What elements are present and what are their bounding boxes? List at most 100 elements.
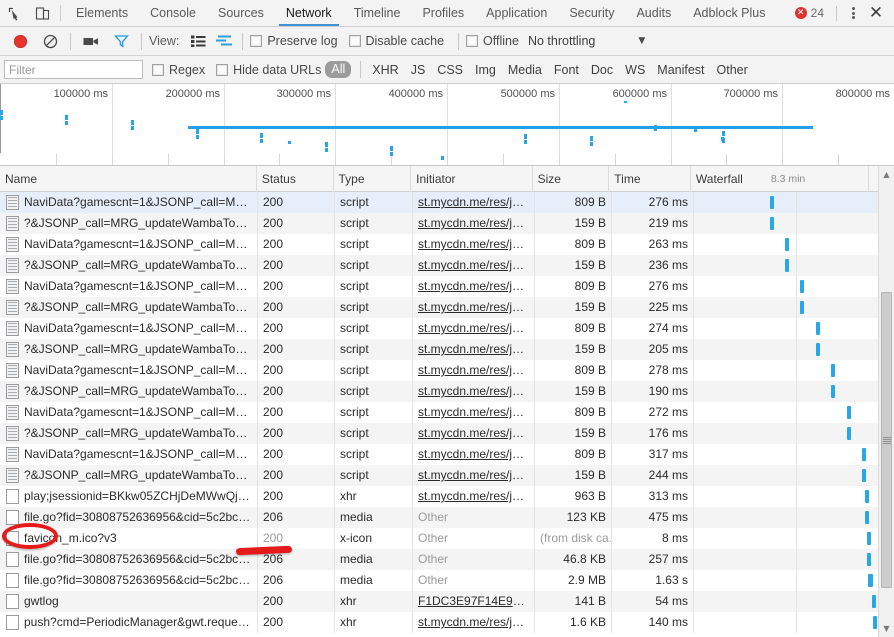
initiator-link[interactable]: F1DC3E97F14E94E47FB…	[418, 591, 529, 612]
scroll-up-arrow-icon[interactable]: ▲	[879, 166, 894, 183]
network-overview-timeline[interactable]: 100000 ms200000 ms300000 ms400000 ms5000…	[0, 84, 894, 166]
initiator-link[interactable]: st.mycdn.me/res/js/b/5…	[418, 381, 529, 402]
cell-name[interactable]: ?&JSONP_call=MRG_updateWambaToolbar&…	[0, 297, 258, 318]
vertical-scrollbar[interactable]: ▲ ▼	[878, 166, 894, 637]
initiator-link[interactable]: st.mycdn.me/res/js/b/5…	[418, 192, 529, 213]
cell-name[interactable]: gwtlog	[0, 591, 258, 612]
initiator-link[interactable]: st.mycdn.me/res/js/b/5…	[418, 444, 529, 465]
disable-cache-checkbox[interactable]: Disable cache	[347, 34, 454, 48]
initiator-link[interactable]: st.mycdn.me/res/js/b/5…	[418, 234, 529, 255]
cell-name[interactable]: ?&JSONP_call=MRG_updateWambaToolbar&…	[0, 381, 258, 402]
column-header-size[interactable]: Size	[533, 166, 610, 192]
initiator-link[interactable]: st.mycdn.me/res/js/b/3…	[418, 486, 529, 507]
initiator-link[interactable]: st.mycdn.me/res/js/b/5…	[418, 276, 529, 297]
column-header-waterfall[interactable]: Waterfall8.3 min	[691, 166, 868, 192]
cell-name[interactable]: play;jsessionid=BKkw05ZCHjDeMWwQjIfwqEV…	[0, 486, 258, 507]
table-row[interactable]: gwtlog200xhrF1DC3E97F14E94E47FB…141 B54 …	[0, 591, 894, 612]
cell-initiator[interactable]: st.mycdn.me/res/js/b/5…	[413, 255, 535, 276]
filter-input[interactable]	[4, 60, 143, 79]
type-filter-font[interactable]: Font	[548, 63, 585, 77]
waterfall-view-icon[interactable]	[211, 27, 237, 56]
list-view-icon[interactable]	[185, 27, 211, 56]
filter-toggle-button[interactable]	[106, 27, 136, 56]
type-filter-manifest[interactable]: Manifest	[651, 63, 710, 77]
error-badge[interactable]: ✕ 24	[795, 6, 831, 20]
cell-name[interactable]: file.go?fid=30808752636956&cid=5c2bca244…	[0, 570, 258, 591]
throttling-select[interactable]: No throttling ▼	[528, 34, 655, 48]
inspect-element-icon[interactable]	[0, 0, 28, 26]
tab-elements[interactable]: Elements	[65, 0, 139, 26]
type-filter-all[interactable]: All	[325, 61, 351, 78]
table-row[interactable]: ?&JSONP_call=MRG_updateWambaToolbar&…200…	[0, 339, 894, 360]
type-filter-css[interactable]: CSS	[431, 63, 469, 77]
cell-initiator[interactable]: st.mycdn.me/res/js/b/5…	[413, 360, 535, 381]
scroll-down-arrow-icon[interactable]: ▼	[879, 620, 894, 637]
column-header-name[interactable]: Name	[0, 166, 257, 192]
regex-checkbox[interactable]: Regex	[143, 63, 214, 77]
cell-name[interactable]: favicon_m.ico?v3	[0, 528, 258, 549]
initiator-link[interactable]: st.mycdn.me/res/js/b/5…	[418, 612, 529, 633]
cell-name[interactable]: ?&JSONP_call=MRG_updateWambaToolbar&…	[0, 423, 258, 444]
tab-network[interactable]: Network	[275, 0, 343, 26]
cell-name[interactable]: NaviData?gamescnt=1&JSONP_call=MRG_up…	[0, 402, 258, 423]
initiator-link[interactable]: st.mycdn.me/res/js/b/5…	[418, 255, 529, 276]
tab-timeline[interactable]: Timeline	[343, 0, 412, 26]
column-header-time[interactable]: Time	[609, 166, 691, 192]
clear-button[interactable]	[35, 27, 65, 56]
table-row[interactable]: ?&JSONP_call=MRG_updateWambaToolbar&…200…	[0, 255, 894, 276]
cell-initiator[interactable]: st.mycdn.me/res/js/b/5…	[413, 402, 535, 423]
cell-name[interactable]: NaviData?gamescnt=1&JSONP_call=MRG_up…	[0, 192, 258, 213]
tab-console[interactable]: Console	[139, 0, 207, 26]
cell-name[interactable]: NaviData?gamescnt=1&JSONP_call=MRG_up…	[0, 444, 258, 465]
initiator-link[interactable]: st.mycdn.me/res/js/b/5…	[418, 360, 529, 381]
table-row[interactable]: NaviData?gamescnt=1&JSONP_call=MRG_up…20…	[0, 192, 894, 213]
type-filter-doc[interactable]: Doc	[585, 63, 619, 77]
toggle-device-toolbar-icon[interactable]	[28, 0, 56, 26]
preserve-log-checkbox[interactable]: Preserve log	[248, 34, 346, 48]
table-row[interactable]: NaviData?gamescnt=1&JSONP_call=MRG_up…20…	[0, 276, 894, 297]
initiator-link[interactable]: st.mycdn.me/res/js/b/5…	[418, 423, 529, 444]
type-filter-js[interactable]: JS	[405, 63, 432, 77]
cell-initiator[interactable]: st.mycdn.me/res/js/b/5…	[413, 192, 535, 213]
table-row[interactable]: ?&JSONP_call=MRG_updateWambaToolbar&…200…	[0, 381, 894, 402]
column-header-type[interactable]: Type	[334, 166, 412, 192]
cell-name[interactable]: NaviData?gamescnt=1&JSONP_call=MRG_up…	[0, 234, 258, 255]
tab-profiles[interactable]: Profiles	[411, 0, 475, 26]
cell-initiator[interactable]: st.mycdn.me/res/js/b/5…	[413, 444, 535, 465]
table-row[interactable]: NaviData?gamescnt=1&JSONP_call=MRG_up…20…	[0, 360, 894, 381]
capture-screenshots-button[interactable]	[76, 27, 106, 56]
cell-name[interactable]: ?&JSONP_call=MRG_updateWambaToolbar&…	[0, 213, 258, 234]
table-row[interactable]: ?&JSONP_call=MRG_updateWambaToolbar&…200…	[0, 465, 894, 486]
initiator-link[interactable]: st.mycdn.me/res/js/b/5…	[418, 465, 529, 486]
cell-initiator[interactable]: st.mycdn.me/res/js/b/5…	[413, 318, 535, 339]
cell-initiator[interactable]: st.mycdn.me/res/js/b/5…	[413, 339, 535, 360]
cell-initiator[interactable]: st.mycdn.me/res/js/b/5…	[413, 465, 535, 486]
table-row[interactable]: play;jsessionid=BKkw05ZCHjDeMWwQjIfwqEV……	[0, 486, 894, 507]
initiator-link[interactable]: st.mycdn.me/res/js/b/5…	[418, 213, 529, 234]
type-filter-img[interactable]: Img	[469, 63, 502, 77]
table-row[interactable]: favicon_m.ico?v3200x-iconOther(from disk…	[0, 528, 894, 549]
table-row[interactable]: NaviData?gamescnt=1&JSONP_call=MRG_up…20…	[0, 402, 894, 423]
cell-name[interactable]: file.go?fid=30808752636956&cid=5c2bca244…	[0, 507, 258, 528]
cell-name[interactable]: ?&JSONP_call=MRG_updateWambaToolbar&…	[0, 465, 258, 486]
cell-initiator[interactable]: st.mycdn.me/res/js/b/5…	[413, 381, 535, 402]
table-row[interactable]: ?&JSONP_call=MRG_updateWambaToolbar&…200…	[0, 423, 894, 444]
table-row[interactable]: file.go?fid=30808752636956&cid=5c2bca244…	[0, 549, 894, 570]
scrollbar-thumb[interactable]	[881, 292, 892, 588]
table-row[interactable]: NaviData?gamescnt=1&JSONP_call=MRG_up…20…	[0, 444, 894, 465]
table-row[interactable]: NaviData?gamescnt=1&JSONP_call=MRG_up…20…	[0, 318, 894, 339]
cell-initiator[interactable]: st.mycdn.me/res/js/b/5…	[413, 276, 535, 297]
tab-audits[interactable]: Audits	[625, 0, 682, 26]
cell-name[interactable]: file.go?fid=30808752636956&cid=5c2bca244…	[0, 549, 258, 570]
type-filter-xhr[interactable]: XHR	[366, 63, 404, 77]
initiator-link[interactable]: st.mycdn.me/res/js/b/5…	[418, 318, 529, 339]
table-row[interactable]: file.go?fid=30808752636956&cid=5c2bca244…	[0, 570, 894, 591]
type-filter-media[interactable]: Media	[502, 63, 548, 77]
cell-name[interactable]: NaviData?gamescnt=1&JSONP_call=MRG_up…	[0, 318, 258, 339]
initiator-link[interactable]: st.mycdn.me/res/js/b/5…	[418, 339, 529, 360]
cell-name[interactable]: NaviData?gamescnt=1&JSONP_call=MRG_up…	[0, 276, 258, 297]
cell-initiator[interactable]: st.mycdn.me/res/js/b/5…	[413, 234, 535, 255]
initiator-link[interactable]: st.mycdn.me/res/js/b/5…	[418, 402, 529, 423]
cell-name[interactable]: NaviData?gamescnt=1&JSONP_call=MRG_up…	[0, 360, 258, 381]
cell-initiator[interactable]: st.mycdn.me/res/js/b/3…	[413, 486, 535, 507]
